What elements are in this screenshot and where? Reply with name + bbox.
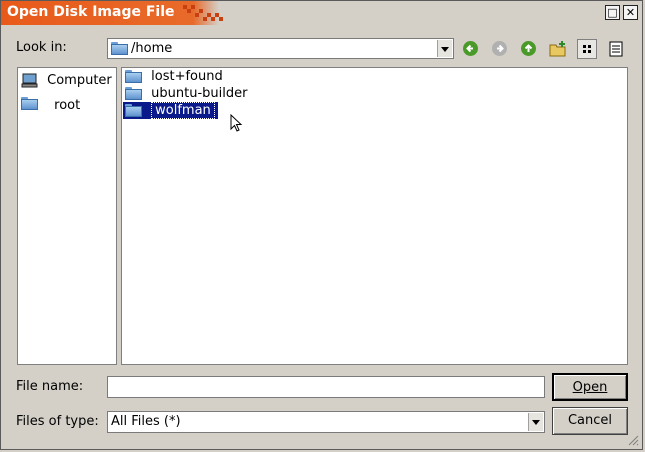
list-item-selected[interactable]: wolfman <box>123 102 218 119</box>
chevron-down-icon[interactable] <box>437 40 452 57</box>
title-bar[interactable]: Open Disk Image File □ ✕ <box>1 1 642 25</box>
forward-button[interactable] <box>490 39 510 59</box>
sidebar-places: Computer root <box>17 67 117 365</box>
maximize-button[interactable]: □ <box>605 5 620 20</box>
folder-icon <box>125 87 142 100</box>
list-view-icon <box>583 45 591 53</box>
list-item-label: ubuntu-builder <box>151 86 248 101</box>
open-button[interactable]: Open <box>552 373 628 401</box>
detail-view-icon <box>609 41 623 57</box>
sidebar-item-label: root <box>54 98 81 113</box>
window-title: Open Disk Image File <box>7 4 175 20</box>
close-button[interactable]: ✕ <box>623 5 638 20</box>
close-icon: ✕ <box>625 6 636 19</box>
files-of-type-value: All Files (*) <box>111 414 181 429</box>
file-name-input[interactable] <box>107 376 545 398</box>
list-view-button[interactable] <box>577 39 597 59</box>
look-in-combo[interactable]: /home <box>107 38 454 59</box>
file-dialog-window: Open Disk Image File □ ✕ Look in: /home <box>0 0 643 450</box>
list-item-label: wolfman <box>151 102 215 119</box>
sidebar-item-computer[interactable]: Computer <box>21 72 112 89</box>
look-in-path: /home <box>131 41 173 56</box>
files-of-type-label: Files of type: <box>16 414 99 429</box>
resize-grip-icon[interactable] <box>627 434 639 446</box>
look-in-label: Look in: <box>16 40 67 55</box>
forward-arrow-icon <box>492 41 507 56</box>
computer-icon <box>21 73 38 88</box>
new-folder-button[interactable] <box>548 39 568 59</box>
title-decoration <box>183 5 227 23</box>
list-item-label: lost+found <box>151 69 223 84</box>
cancel-button[interactable]: Cancel <box>552 407 628 435</box>
sidebar-item-label: Computer <box>47 73 112 88</box>
files-of-type-combo[interactable]: All Files (*) <box>107 411 545 433</box>
new-folder-icon <box>549 41 566 57</box>
back-arrow-icon <box>463 41 478 56</box>
file-name-label: File name: <box>16 379 84 394</box>
list-item[interactable]: ubuntu-builder <box>125 85 247 102</box>
list-item[interactable]: lost+found <box>125 68 223 85</box>
parent-directory-icon <box>521 41 536 56</box>
folder-icon <box>125 104 142 117</box>
detail-view-button[interactable] <box>606 39 626 59</box>
back-button[interactable] <box>461 39 481 59</box>
folder-icon <box>125 70 142 83</box>
chevron-down-icon[interactable] <box>528 413 543 431</box>
folder-icon <box>21 97 45 115</box>
maximize-icon: □ <box>607 6 618 19</box>
sidebar-item-root[interactable]: root <box>21 95 80 117</box>
file-list: lost+found ubuntu-builder wolfman <box>121 67 628 365</box>
mouse-cursor-icon <box>230 114 243 132</box>
up-button[interactable] <box>519 39 539 59</box>
folder-icon <box>111 42 128 55</box>
